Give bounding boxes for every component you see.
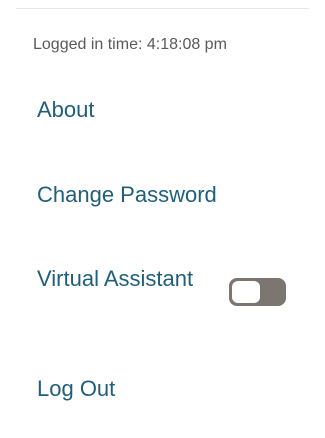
toggle-knob bbox=[232, 281, 260, 303]
top-divider bbox=[16, 8, 309, 9]
virtual-assistant-link[interactable]: Virtual Assistant bbox=[37, 266, 193, 292]
log-out-link[interactable]: Log Out bbox=[37, 376, 115, 402]
change-password-link[interactable]: Change Password bbox=[37, 182, 217, 208]
about-link[interactable]: About bbox=[37, 97, 95, 123]
virtual-assistant-toggle[interactable] bbox=[229, 278, 286, 306]
logged-in-time: Logged in time: 4:18:08 pm bbox=[33, 36, 227, 53]
